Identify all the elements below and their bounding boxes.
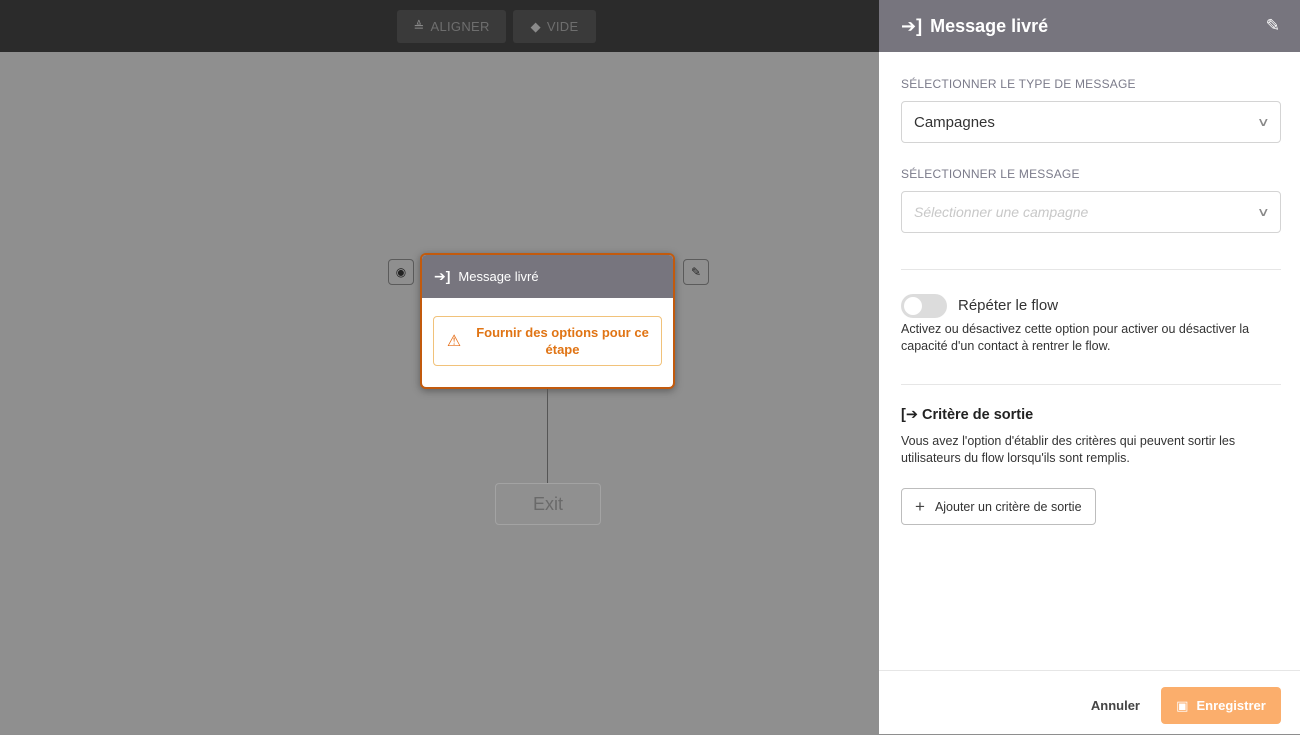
toggle-knob — [904, 297, 922, 315]
node-title: Message livré — [458, 269, 539, 284]
exit-criteria-title-text: Critère de sortie — [921, 407, 1034, 423]
message-select[interactable]: Sélectionner une campagne ∨ — [901, 191, 1281, 233]
message-placeholder: Sélectionner une campagne — [914, 204, 1089, 220]
node-header: ➔] Message livré — [422, 255, 673, 298]
message-type-label: SÉLECTIONNER LE TYPE DE MESSAGE — [901, 77, 1136, 91]
clear-button[interactable]: ◆ VIDE — [513, 10, 596, 43]
chevron-down-icon: ∨ — [1257, 205, 1271, 219]
repeat-flow-label: Répéter le flow — [958, 297, 1059, 314]
chevron-down-icon: ∨ — [1257, 115, 1271, 129]
preview-eye-button[interactable]: ◉ — [388, 259, 414, 285]
settings-panel: ➔] Message livré ✎ SÉLECTIONNER LE TYPE … — [879, 0, 1300, 734]
node-warning-text: Fournir des options pour ce étape — [476, 325, 649, 357]
message-type-value: Campagnes — [914, 113, 995, 131]
panel-footer: Annuler ▣ Enregistrer — [879, 670, 1300, 735]
repeat-flow-description: Activez ou désactivez cette option pour … — [901, 322, 1250, 353]
flow-connector — [547, 389, 548, 483]
divider — [901, 384, 1281, 385]
align-center-icon: ≜ — [413, 18, 425, 34]
edit-icon: ✎ — [690, 265, 702, 279]
sign-in-icon: ➔] — [901, 15, 923, 36]
save-button[interactable]: ▣ Enregistrer — [1161, 687, 1281, 724]
panel-title: Message livré — [930, 15, 1049, 36]
message-label: SÉLECTIONNER LE MESSAGE — [901, 167, 1080, 181]
add-exit-criteria-button[interactable]: + Ajouter un critère de sortie — [901, 488, 1096, 525]
node-warning: ⚠ Fournir des options pour ce étape — [433, 316, 662, 366]
plus-icon: + — [915, 496, 925, 516]
flow-node-message-delivered[interactable]: ➔] Message livré ⚠ Fournir des options p… — [420, 253, 675, 389]
save-icon: ▣ — [1176, 697, 1189, 713]
cancel-button[interactable]: Annuler — [1091, 698, 1140, 713]
message-type-select[interactable]: Campagnes ∨ — [901, 101, 1281, 143]
repeat-flow-toggle[interactable] — [901, 294, 947, 318]
warning-triangle-icon: ⚠ — [446, 333, 462, 350]
flow-canvas[interactable]: ≜ ALIGNER ◆ VIDE ◉ ✎ ➔] Message livré ⚠ … — [0, 0, 879, 734]
exit-node-label: Exit — [532, 493, 563, 514]
edit-node-button[interactable]: ✎ — [683, 259, 709, 285]
align-button[interactable]: ≜ ALIGNER — [397, 10, 506, 43]
eye-icon: ◉ — [395, 265, 407, 279]
sign-out-icon: [➔ — [901, 407, 918, 423]
exit-node[interactable]: Exit — [495, 483, 601, 525]
sign-in-icon: ➔] — [434, 268, 451, 284]
clear-button-label: VIDE — [546, 19, 579, 34]
add-exit-criteria-label: Ajouter un critère de sortie — [934, 499, 1082, 514]
canvas-toolbar: ≜ ALIGNER ◆ VIDE — [0, 0, 879, 52]
edit-icon[interactable]: ✎ — [1266, 16, 1280, 36]
save-button-label: Enregistrer — [1196, 698, 1266, 713]
eraser-icon: ◆ — [530, 18, 541, 34]
divider — [901, 269, 1281, 270]
exit-criteria-title: [➔ Critère de sortie — [901, 407, 1033, 423]
exit-criteria-description: Vous avez l'option d'établir des critère… — [901, 434, 1236, 465]
panel-header: ➔] Message livré ✎ — [879, 0, 1300, 52]
align-button-label: ALIGNER — [430, 19, 490, 34]
